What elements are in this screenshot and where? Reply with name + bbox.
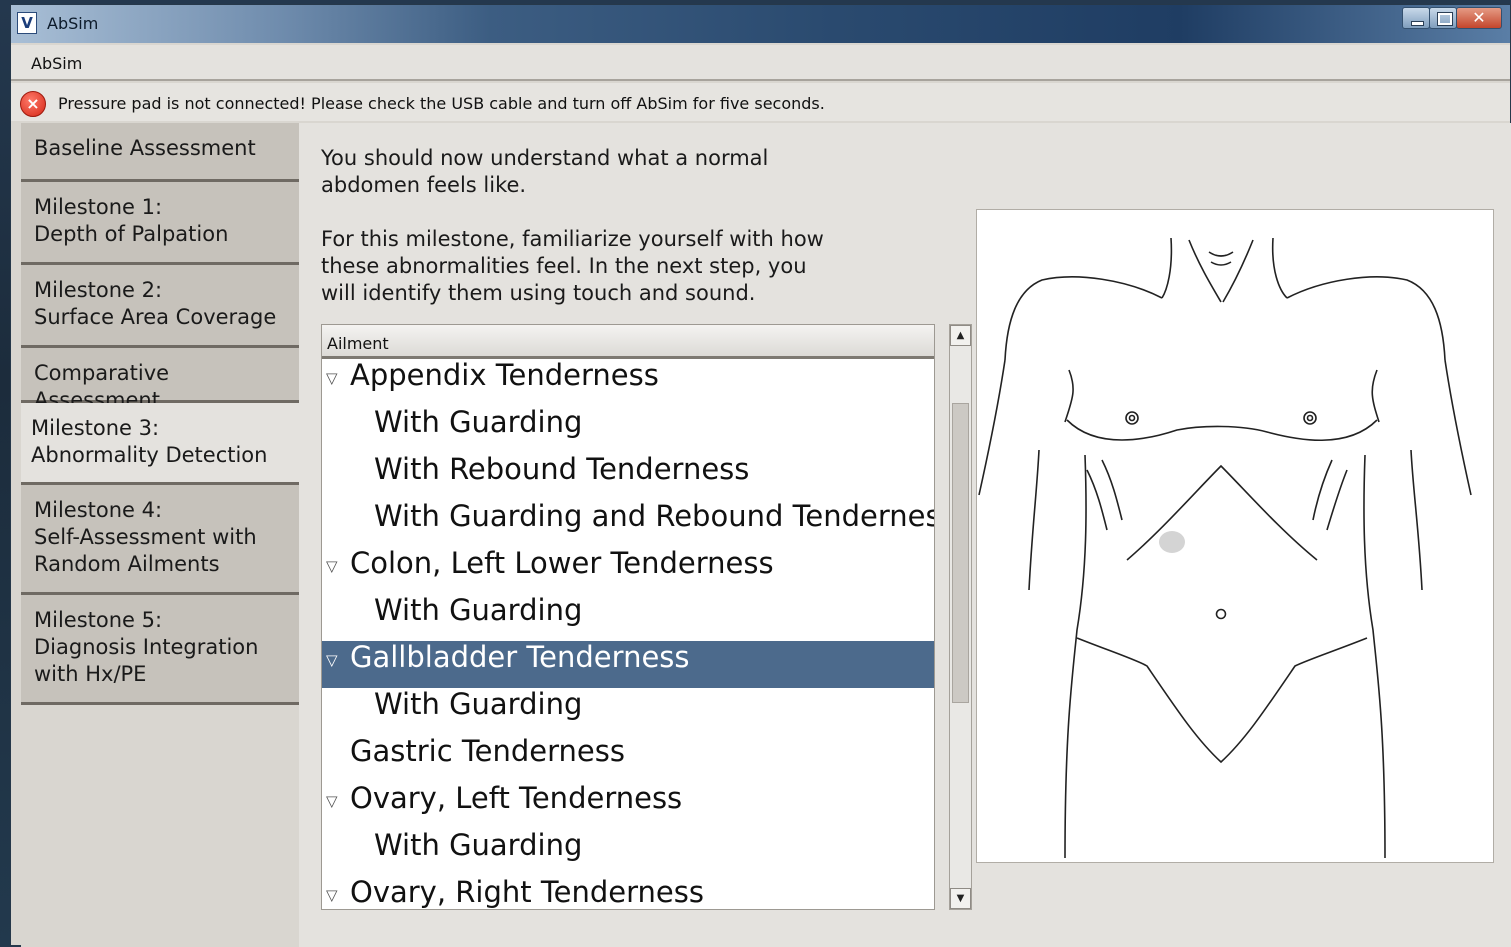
expand-arrow-icon[interactable]: ▽ [326,550,338,583]
sidebar-item-milestone-2[interactable]: Milestone 2: Surface Area Coverage [21,265,299,348]
tree-row-label: Appendix Tenderness [350,358,659,392]
expand-arrow-icon[interactable]: ▽ [326,879,338,909]
sidebar-item-milestone-3[interactable]: Milestone 3: Abnormality Detection [21,403,299,485]
sidebar-item-sublabel: Random Ailments [34,552,220,576]
tree-row[interactable]: ▽ Ovary, Right Tenderness [322,875,934,909]
close-button[interactable]: ✕ [1456,7,1502,29]
intro-line: will identify them using touch and sound… [321,281,756,305]
error-icon: × [20,91,46,117]
sidebar-item-label: Milestone 5: [34,608,163,632]
title-bar[interactable]: V AbSim ✕ [11,5,1510,43]
tree-row-label: Ovary, Left Tenderness [350,781,683,815]
torso-outline-icon [978,237,1472,859]
sidebar-item-sublabel: Abnormality Detection [31,443,268,467]
sidebar-item-sublabel: Depth of Palpation [34,222,229,246]
sidebar-item-milestone-5[interactable]: Milestone 5: Diagnosis Integration with … [21,595,299,705]
expand-arrow-icon[interactable]: ▽ [326,785,338,818]
tree-row[interactable]: With Guarding and Rebound Tenderness [322,499,935,547]
tree-row[interactable]: ▽ Colon, Left Lower Tenderness [322,546,934,594]
sidebar-item-label: Milestone 2: [34,278,163,302]
column-header-ailment[interactable]: Ailment [322,325,934,359]
window-title: AbSim [47,14,99,33]
sidebar-item-sublabel: with Hx/PE [34,662,147,686]
tree-row-label: Ovary, Right Tenderness [350,875,704,909]
maximize-button[interactable] [1429,7,1457,29]
menu-bar: AbSim [11,45,1510,81]
sidebar-item-sublabel: Surface Area Coverage [34,305,277,329]
sidebar: Baseline Assessment Milestone 1: Depth o… [21,123,299,947]
intro-line: these abnormalities feel. In the next st… [321,254,807,278]
tree-row-label: Gallbladder Tenderness [350,640,690,674]
ailment-tree[interactable]: Ailment ▽ Appendix Tenderness With Guard… [321,324,935,910]
minimize-button[interactable] [1402,7,1430,29]
tree-row-label: With Guarding [374,593,583,627]
tree-row-label: Colon, Left Lower Tenderness [350,546,774,580]
tree-row-label: With Guarding and Rebound Tenderness [374,499,935,533]
tree-row[interactable]: Gastric Tenderness [322,734,934,782]
tree-row-label: Gastric Tenderness [350,734,625,768]
scroll-down-button[interactable]: ▼ [950,888,971,909]
tree-row[interactable]: ▽ Ovary, Left Tenderness [322,781,934,829]
intro-line: You should now understand what a normal [321,146,769,170]
tree-row[interactable]: With Rebound Tenderness [322,452,934,500]
app-window: V AbSim ✕ AbSim × Pressure pad is not co… [10,4,1511,947]
menu-item-absim[interactable]: AbSim [31,54,82,73]
intro-line: For this milestone, familiarize yourself… [321,227,824,251]
intro-line: abdomen feels like. [321,173,527,197]
tree-row-selected[interactable]: ▽ Gallbladder Tenderness [322,640,934,688]
sidebar-item-comparative-assessment[interactable]: Comparative Assessment [21,348,299,412]
scroll-thumb[interactable] [952,403,969,703]
sidebar-item-label: Milestone 4: [34,498,163,522]
main-panel: You should now understand what a normal … [299,123,1511,947]
sidebar-item-label: Baseline Assessment [34,136,256,160]
tree-row[interactable]: With Guarding [322,405,934,453]
tree-row[interactable]: With Guarding [322,828,934,876]
expand-arrow-icon[interactable]: ▽ [326,644,338,677]
window-controls: ✕ [1402,7,1502,31]
app-logo-icon: V [17,12,37,34]
sidebar-item-label: Milestone 3: [31,416,160,440]
scroll-up-button[interactable]: ▲ [950,325,971,346]
alert-message: Pressure pad is not connected! Please ch… [58,94,825,113]
tree-body: ▽ Appendix Tenderness With Guarding With… [322,358,935,909]
tree-row-label: With Rebound Tenderness [374,452,750,486]
close-icon: ✕ [1472,8,1486,27]
alert-bar: × Pressure pad is not connected! Please … [11,83,1510,121]
sidebar-item-label: Milestone 1: [34,195,163,219]
instructions: You should now understand what a normal … [321,145,841,334]
expand-arrow-icon[interactable]: ▽ [326,362,338,395]
tree-row[interactable]: With Guarding [322,593,934,641]
tree-row[interactable]: With Guarding [322,687,934,735]
tree-row-label: With Guarding [374,405,583,439]
torso-diagram [976,209,1494,863]
tree-row[interactable]: ▽ Appendix Tenderness [322,358,934,406]
sidebar-item-sublabel: Diagnosis Integration [34,635,259,659]
sidebar-item-sublabel: Self-Assessment with [34,525,257,549]
tree-row-label: With Guarding [374,828,583,862]
tree-scrollbar[interactable]: ▲ ▼ [949,324,972,910]
sidebar-item-milestone-1[interactable]: Milestone 1: Depth of Palpation [21,182,299,265]
sidebar-item-milestone-4[interactable]: Milestone 4: Self-Assessment with Random… [21,485,299,595]
sidebar-item-baseline-assessment[interactable]: Baseline Assessment [21,123,299,182]
tree-row-label: With Guarding [374,687,583,721]
